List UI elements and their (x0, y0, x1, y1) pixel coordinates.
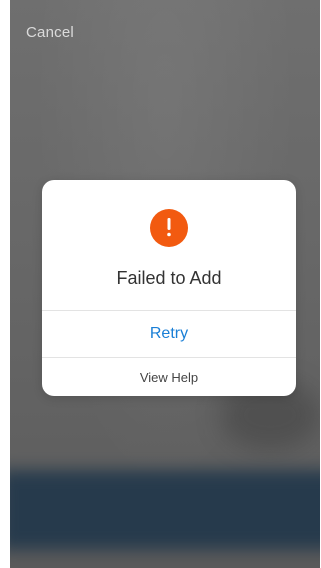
app-screen: Cancel Failed to Add Retry View Help (10, 0, 320, 568)
exclamation-circle-icon (150, 209, 188, 247)
view-help-button[interactable]: View Help (42, 358, 296, 396)
retry-button[interactable]: Retry (42, 311, 296, 357)
cancel-button[interactable]: Cancel (26, 24, 74, 41)
exclamation-mark-glyph (167, 218, 171, 237)
error-dialog: Failed to Add Retry View Help (42, 180, 296, 396)
blurred-bottom-bar (10, 470, 320, 550)
dialog-title: Failed to Add (116, 268, 222, 288)
